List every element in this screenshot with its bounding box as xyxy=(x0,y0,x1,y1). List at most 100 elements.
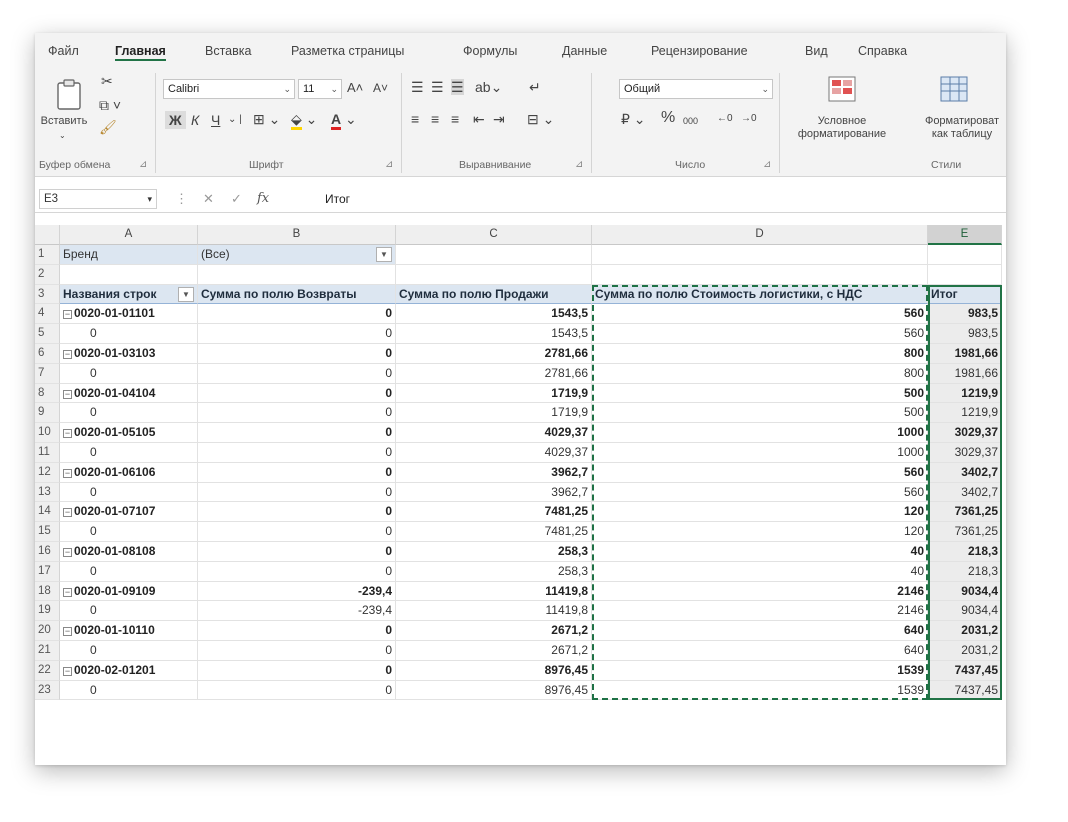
logistics-cell[interactable]: 1000 xyxy=(592,443,928,463)
pivot-group-label[interactable]: −0020-01-10110 xyxy=(60,621,198,641)
total-cell[interactable]: 983,5 xyxy=(928,324,1002,344)
row-number[interactable]: 13 xyxy=(35,482,60,503)
ribbon-tab[interactable]: Разметка страницы xyxy=(291,44,404,58)
logistics-cell[interactable]: 560 xyxy=(592,462,928,483)
collapse-icon[interactable]: − xyxy=(63,548,72,557)
total-cell[interactable]: 9034,4 xyxy=(928,601,1002,622)
row-number[interactable]: 7 xyxy=(35,363,60,384)
logistics-cell[interactable]: 1539 xyxy=(592,660,928,681)
collapse-icon[interactable]: − xyxy=(63,508,72,518)
returns-cell[interactable]: 0 xyxy=(198,561,396,582)
cut-icon[interactable]: ✂ xyxy=(101,73,113,89)
font-color-icon[interactable]: A ⌄ xyxy=(331,111,357,130)
row-number[interactable]: 22 xyxy=(35,660,60,681)
row-number[interactable]: 12 xyxy=(35,462,60,483)
logistics-cell[interactable]: 800 xyxy=(592,363,928,384)
cell[interactable] xyxy=(396,264,592,285)
row-number[interactable]: 14 xyxy=(35,502,60,523)
align-bottom-icon[interactable]: ☰ xyxy=(451,79,464,95)
pivot-group-label[interactable]: −0020-01-08108 xyxy=(60,542,198,562)
logistics-cell[interactable]: 40 xyxy=(592,561,928,582)
launcher-icon[interactable]: ⊿ xyxy=(139,159,147,170)
copy-icon[interactable]: ⧉ ˅ xyxy=(99,97,121,113)
cell[interactable] xyxy=(60,264,198,285)
align-top-icon[interactable]: ☰ xyxy=(411,79,424,95)
row-number[interactable]: 6 xyxy=(35,344,60,364)
returns-cell[interactable]: 0 xyxy=(198,304,396,325)
sales-cell[interactable]: 8976,45 xyxy=(396,660,592,681)
total-cell[interactable]: 1981,66 xyxy=(928,344,1002,364)
ribbon-tab[interactable]: Файл xyxy=(48,44,79,58)
italic-button[interactable]: К xyxy=(191,112,199,128)
total-cell[interactable]: 3402,7 xyxy=(928,462,1002,483)
logistics-cell[interactable]: 2146 xyxy=(592,601,928,622)
pivot-item-label[interactable]: 0 xyxy=(60,680,198,701)
total-cell[interactable]: 1219,9 xyxy=(928,383,1002,404)
decrease-indent-icon[interactable]: ⇤ xyxy=(473,111,485,127)
returns-cell[interactable]: -239,4 xyxy=(198,601,396,622)
total-cell[interactable]: 1219,9 xyxy=(928,403,1002,424)
ribbon-tab[interactable]: Справка xyxy=(858,44,907,58)
logistics-cell[interactable]: 560 xyxy=(592,482,928,503)
pivot-item-label[interactable]: 0 xyxy=(60,561,198,582)
select-all-corner[interactable] xyxy=(35,225,60,245)
ribbon-tab[interactable]: Данные xyxy=(562,44,607,58)
logistics-cell[interactable]: 500 xyxy=(592,383,928,404)
pivot-filter-label-cell[interactable]: Бренд xyxy=(60,245,198,265)
returns-cell[interactable]: 0 xyxy=(198,522,396,542)
formula-input[interactable]: Итог xyxy=(325,192,350,206)
pivot-item-label[interactable]: 0 xyxy=(60,601,198,622)
returns-cell[interactable]: 0 xyxy=(198,443,396,463)
total-cell[interactable]: 3029,37 xyxy=(928,443,1002,463)
collapse-icon[interactable]: − xyxy=(63,350,72,359)
shrink-font-button[interactable]: A˅ xyxy=(373,80,388,96)
logistics-cell[interactable]: 640 xyxy=(592,621,928,641)
column-header-a[interactable]: A xyxy=(60,225,198,245)
sales-cell[interactable]: 1543,5 xyxy=(396,324,592,344)
cell[interactable] xyxy=(928,264,1002,285)
sales-cell[interactable]: 4029,37 xyxy=(396,443,592,463)
pivot-column-header[interactable]: Сумма по полю Стоимость логистики, с НДС xyxy=(592,284,928,305)
total-cell[interactable]: 218,3 xyxy=(928,561,1002,582)
wrap-text-icon[interactable]: ↵ xyxy=(529,79,541,95)
sales-cell[interactable]: 11419,8 xyxy=(396,581,592,602)
cell[interactable] xyxy=(396,245,592,265)
sales-cell[interactable]: 2781,66 xyxy=(396,344,592,364)
pivot-group-label[interactable]: −0020-01-01101 xyxy=(60,304,198,325)
sales-cell[interactable]: 2671,2 xyxy=(396,621,592,641)
pivot-group-label[interactable]: −0020-01-06106 xyxy=(60,462,198,483)
pivot-item-label[interactable]: 0 xyxy=(60,324,198,344)
returns-cell[interactable]: 0 xyxy=(198,542,396,562)
total-cell[interactable]: 3402,7 xyxy=(928,482,1002,503)
total-cell[interactable]: 7361,25 xyxy=(928,522,1002,542)
sales-cell[interactable]: 7481,25 xyxy=(396,522,592,542)
row-number[interactable]: 23 xyxy=(35,680,60,701)
logistics-cell[interactable]: 120 xyxy=(592,522,928,542)
conditional-format-button[interactable]: Условное форматирование xyxy=(789,73,895,153)
sales-cell[interactable]: 3962,7 xyxy=(396,462,592,483)
number-format-combo[interactable]: Общий ⌄ xyxy=(619,79,773,99)
returns-cell[interactable]: 0 xyxy=(198,680,396,701)
sales-cell[interactable]: 1719,9 xyxy=(396,383,592,404)
bold-button[interactable]: Ж xyxy=(165,111,186,129)
row-number[interactable]: 9 xyxy=(35,403,60,424)
align-right-icon[interactable]: ≡ xyxy=(451,111,459,127)
cell[interactable] xyxy=(592,264,928,285)
row-number[interactable]: 5 xyxy=(35,324,60,344)
logistics-cell[interactable]: 800 xyxy=(592,344,928,364)
total-cell[interactable]: 3029,37 xyxy=(928,423,1002,443)
confirm-icon[interactable]: ✓ xyxy=(231,191,242,207)
logistics-cell[interactable]: 2146 xyxy=(592,581,928,602)
column-header-b[interactable]: B xyxy=(198,225,396,245)
row-number[interactable]: 2 xyxy=(35,264,60,285)
row-number[interactable]: 3 xyxy=(35,284,60,305)
logistics-cell[interactable]: 40 xyxy=(592,542,928,562)
paste-button[interactable]: Вставить ⌄ xyxy=(41,73,87,143)
returns-cell[interactable]: 0 xyxy=(198,621,396,641)
logistics-cell[interactable]: 560 xyxy=(592,324,928,344)
pivot-column-header[interactable]: Названия строк ▼ xyxy=(60,284,198,305)
row-number[interactable]: 21 xyxy=(35,641,60,661)
cell[interactable] xyxy=(198,264,396,285)
returns-cell[interactable]: 0 xyxy=(198,482,396,503)
collapse-icon[interactable]: − xyxy=(63,587,72,597)
